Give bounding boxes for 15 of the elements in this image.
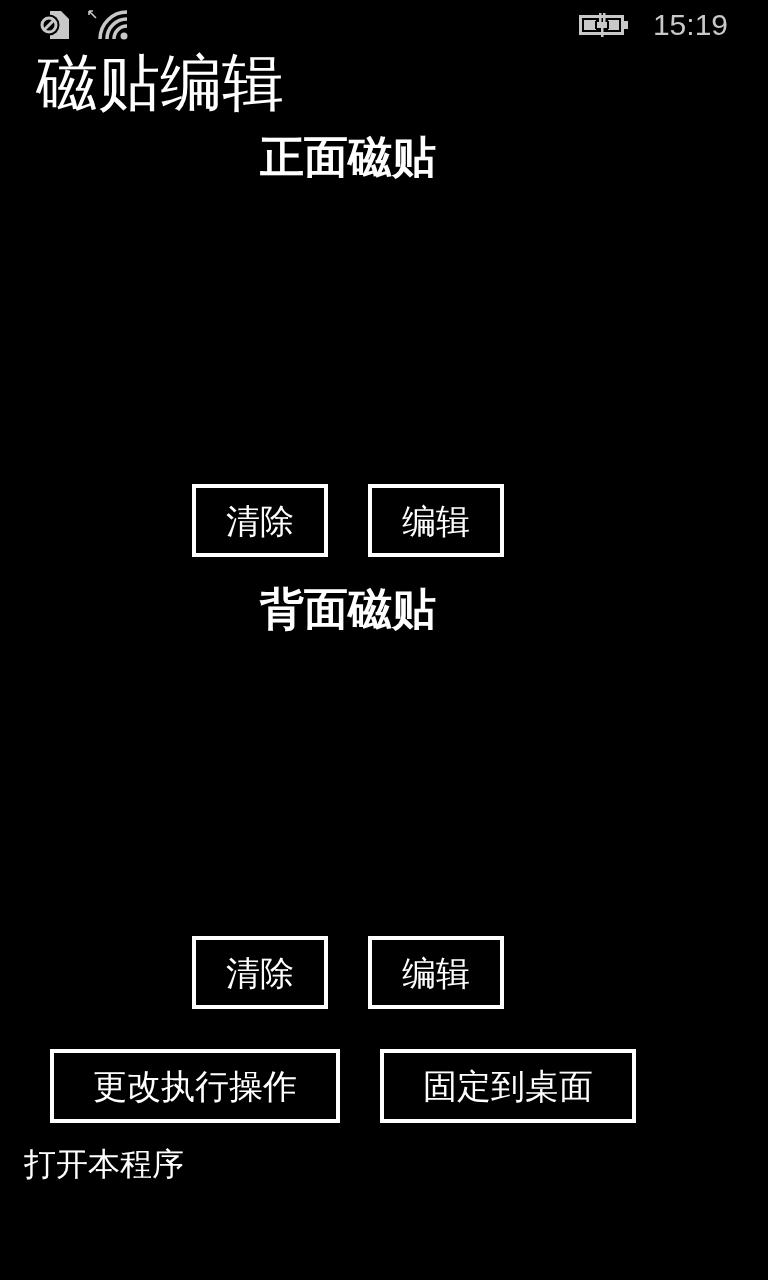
status-time: 15:19: [652, 10, 728, 40]
section-heading: 正面磁贴: [260, 135, 436, 179]
section-heading: 背面磁贴: [260, 587, 436, 631]
current-action-text: 打开本程序: [24, 1146, 184, 1182]
tile-button[interactable]: 清除: [192, 484, 328, 557]
tile-button[interactable]: 编辑: [368, 484, 504, 557]
page-title: 磁贴编辑: [36, 52, 284, 114]
action-button[interactable]: 固定到桌面: [380, 1049, 636, 1123]
action-button[interactable]: 更改执行操作: [50, 1049, 340, 1123]
arrow-icon: [88, 9, 97, 19]
battery-charging-icon: [578, 13, 629, 37]
wifi-icon: [98, 10, 128, 40]
tile-button[interactable]: 清除: [192, 936, 328, 1009]
tile-button[interactable]: 编辑: [368, 936, 504, 1009]
sim-card-icon: [38, 10, 70, 40]
